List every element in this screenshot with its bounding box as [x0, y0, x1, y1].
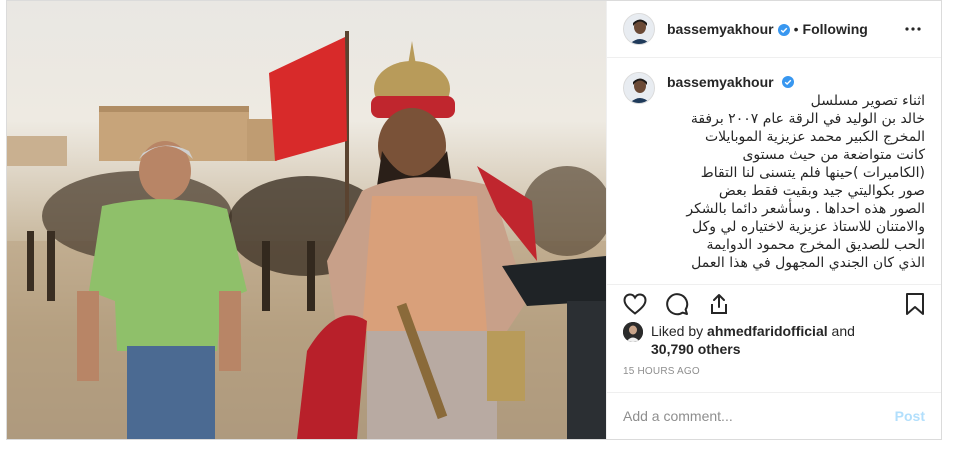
- post-header: bassemyakhour • Following: [607, 1, 941, 58]
- caption-username[interactable]: bassemyakhour: [667, 74, 774, 90]
- more-options-icon[interactable]: [901, 17, 925, 41]
- likes-count[interactable]: 30,790 others: [651, 341, 741, 357]
- comment-icon[interactable]: [663, 290, 691, 318]
- heart-icon[interactable]: [621, 290, 649, 318]
- liker-avatar[interactable]: [623, 322, 643, 342]
- post-sidebar: bassemyakhour • Following bassemyakhour …: [606, 1, 941, 439]
- post-comment-button[interactable]: Post: [895, 408, 925, 424]
- comment-input[interactable]: [623, 408, 895, 424]
- post-timestamp[interactable]: 15 HOURS AGO: [623, 366, 700, 377]
- post-photo-illustration: [7, 31, 606, 439]
- action-bar: [607, 284, 941, 322]
- following-button[interactable]: Following: [803, 21, 868, 37]
- comment-form: Post: [607, 392, 941, 439]
- liked-by-prefix: Liked by: [651, 323, 704, 339]
- liker-username[interactable]: ahmedfaridofficial: [707, 323, 828, 339]
- caption-area: bassemyakhour اثناء تصوير مسلسل خالد بن …: [607, 58, 941, 276]
- likes-connector: and: [831, 323, 855, 339]
- likes-summary: Liked by ahmedfaridofficial and 30,790 o…: [623, 322, 925, 358]
- share-icon[interactable]: [705, 290, 733, 318]
- caption-avatar-image: [624, 73, 654, 103]
- verified-badge-icon: [777, 23, 790, 36]
- bookmark-icon[interactable]: [901, 290, 929, 318]
- caption-text: اثناء تصوير مسلسل خالد بن الوليد في الرق…: [686, 93, 925, 271]
- verified-badge-icon: [782, 75, 795, 88]
- author-username[interactable]: bassemyakhour: [667, 21, 774, 37]
- author-avatar[interactable]: [623, 13, 655, 45]
- follow-separator: •: [793, 21, 799, 37]
- caption-author-avatar[interactable]: [623, 72, 655, 104]
- liker-avatar-image: [623, 322, 643, 342]
- caption-body: bassemyakhour اثناء تصوير مسلسل خالد بن …: [667, 74, 925, 276]
- instagram-post: bassemyakhour • Following bassemyakhour …: [6, 0, 942, 440]
- author-avatar-image: [624, 14, 654, 44]
- post-photo[interactable]: [7, 1, 606, 439]
- likes-text: Liked by ahmedfaridofficial and 30,790 o…: [651, 322, 855, 358]
